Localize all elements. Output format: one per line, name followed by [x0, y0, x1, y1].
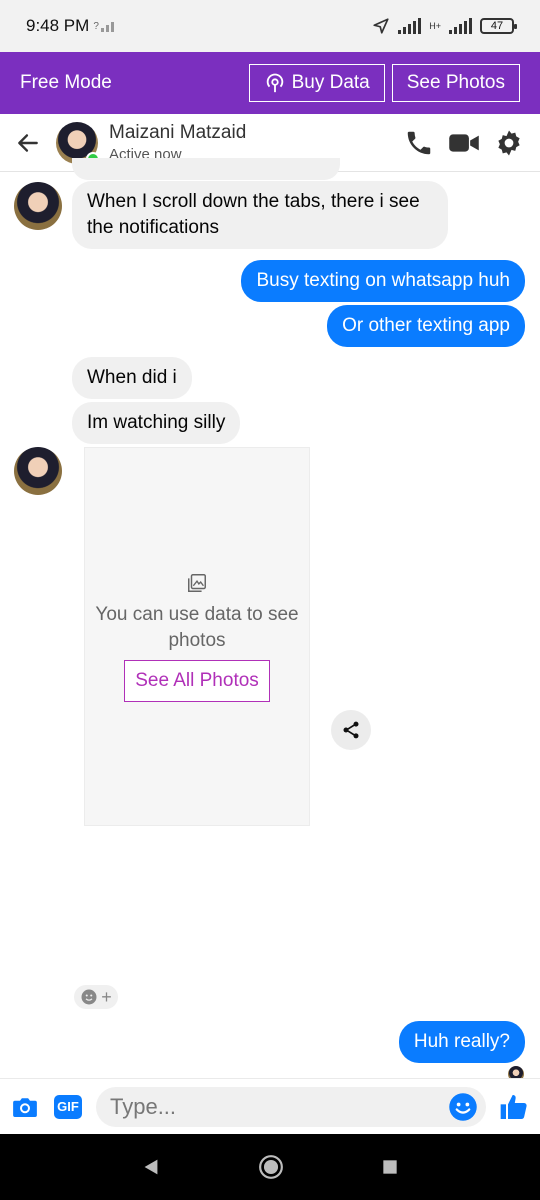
- status-bar: 9:48 PM ? H+ 47: [0, 0, 540, 52]
- back-arrow-icon: [18, 133, 38, 152]
- battery-icon: 47: [480, 18, 517, 34]
- message-input[interactable]: [96, 1086, 486, 1127]
- see-all-photos-button[interactable]: See All Photos: [124, 659, 270, 702]
- back-nav-icon[interactable]: [140, 1156, 162, 1178]
- message-incoming[interactable]: When did i: [72, 357, 192, 399]
- phone-icon[interactable]: [404, 128, 434, 158]
- back-button[interactable]: [0, 114, 56, 172]
- see-photos-button[interactable]: See Photos: [391, 64, 520, 102]
- sender-avatar[interactable]: [14, 447, 62, 495]
- message-outgoing[interactable]: Or other texting app: [327, 305, 525, 347]
- signal-icon: [398, 18, 422, 34]
- plus-icon: +: [101, 987, 112, 1007]
- signal-icon-2: [449, 18, 472, 34]
- free-mode-bar: Free Mode Buy Data See Photos: [0, 52, 540, 114]
- composer: GIF: [0, 1078, 540, 1134]
- battery-level: 47: [490, 20, 504, 32]
- signal-icon-small: [100, 20, 114, 32]
- network-type: H+: [429, 21, 441, 31]
- buy-data-label: Buy Data: [291, 72, 370, 93]
- share-icon: [343, 721, 359, 739]
- location-arrow-icon: [373, 18, 389, 34]
- buy-data-button[interactable]: Buy Data: [248, 64, 385, 102]
- photo-placeholder: You can use data to see photos See All P…: [84, 447, 310, 826]
- recents-nav-icon[interactable]: [380, 1157, 400, 1177]
- scrolled-bubble: [72, 158, 340, 180]
- video-icon[interactable]: [448, 128, 480, 158]
- free-mode-title: Free Mode: [20, 72, 112, 93]
- add-reaction-button[interactable]: +: [74, 985, 118, 1009]
- gif-icon[interactable]: GIF: [54, 1094, 82, 1119]
- system-nav-bar: [0, 1134, 540, 1200]
- share-button[interactable]: [331, 710, 371, 750]
- emoji-icon: [81, 989, 97, 1005]
- message-incoming[interactable]: Im watching silly: [72, 402, 241, 444]
- sender-avatar[interactable]: [14, 182, 62, 230]
- status-network-small: ?: [93, 20, 99, 32]
- contact-name: Maizani Matzaid: [109, 122, 247, 143]
- contact-info[interactable]: Maizani Matzaid Active now: [109, 122, 246, 163]
- message-outgoing[interactable]: Huh really?: [398, 1021, 525, 1063]
- photo-placeholder-text: You can use data to see photos: [95, 603, 299, 651]
- message-outgoing[interactable]: Busy texting on whatsapp huh: [241, 260, 525, 302]
- message-incoming[interactable]: When I scroll down the tabs, there i see…: [72, 181, 448, 249]
- emoji-icon[interactable]: [448, 1092, 478, 1122]
- status-time: 9:48 PM: [26, 16, 90, 35]
- home-nav-icon[interactable]: [258, 1154, 284, 1180]
- see-photos-label: See Photos: [406, 72, 505, 93]
- broadcast-icon: [266, 73, 283, 93]
- gear-icon[interactable]: [494, 128, 524, 158]
- camera-icon[interactable]: [10, 1092, 40, 1122]
- thumbs-up-icon[interactable]: [498, 1091, 530, 1123]
- image-icon: [188, 573, 206, 592]
